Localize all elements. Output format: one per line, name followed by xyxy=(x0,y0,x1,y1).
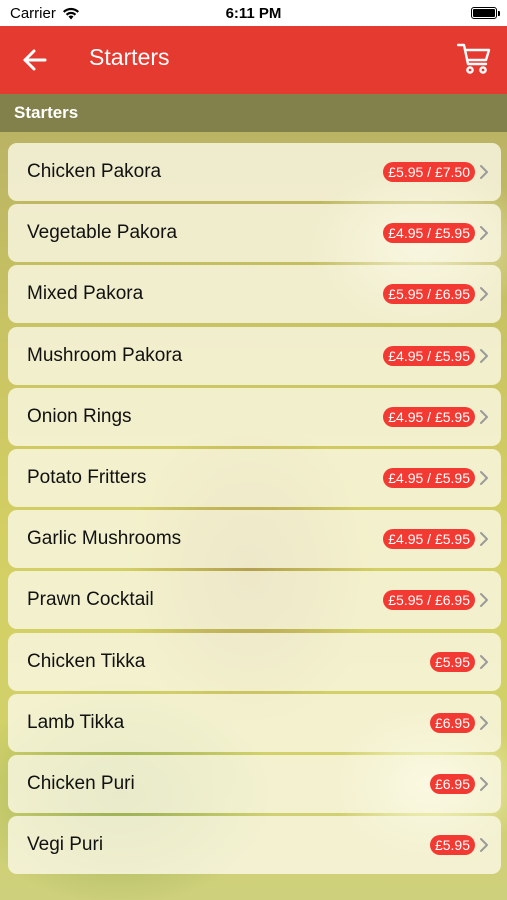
item-name: Lamb Tikka xyxy=(27,711,125,733)
item-name: Potato Fritters xyxy=(27,467,147,488)
price-badge: £5.95 / £7.50 xyxy=(383,162,475,182)
menu-item[interactable]: Onion Rings £4.95 / £5.95 xyxy=(8,387,501,446)
chevron-right-icon xyxy=(480,226,488,241)
price-badge: £4.95 / £5.95 xyxy=(383,223,475,244)
status-bar: Carrier 6:11 PM xyxy=(0,0,507,26)
item-name: Prawn Cocktail xyxy=(27,589,154,611)
menu-item[interactable]: Potato Fritters £4.95 / £5.95 xyxy=(8,449,501,507)
menu-item[interactable]: Prawn Cocktail £5.95 / £6.95 xyxy=(8,571,501,630)
shopping-cart-icon xyxy=(457,43,491,74)
item-name: Chicken Puri xyxy=(27,773,135,794)
price-badge: £4.95 / £5.95 xyxy=(383,406,475,427)
menu-item[interactable]: Mixed Pakora £5.95 / £6.95 xyxy=(8,265,501,324)
menu-item[interactable]: Garlic Mushrooms £4.95 / £5.95 xyxy=(8,510,501,569)
carrier-label: Carrier xyxy=(10,4,56,22)
item-name: Vegi Puri xyxy=(27,834,104,856)
chevron-right-icon xyxy=(480,287,488,302)
price-badge: £5.95 / £6.95 xyxy=(383,284,475,305)
price-badge: £5.95 xyxy=(429,835,475,856)
item-name: Chicken Tikka xyxy=(27,650,146,672)
item-name: Garlic Mushrooms xyxy=(27,528,182,550)
chevron-right-icon xyxy=(480,715,488,730)
navigation-bar: Starters xyxy=(0,26,507,94)
item-name: Chicken Pakora xyxy=(27,161,162,182)
arrow-left-icon xyxy=(23,49,47,71)
chevron-right-icon xyxy=(480,348,488,363)
item-name: Mixed Pakora xyxy=(27,283,144,305)
status-left: Carrier xyxy=(10,5,80,22)
chevron-right-icon xyxy=(480,838,488,853)
menu-item[interactable]: Chicken Puri £6.95 xyxy=(8,755,501,813)
chevron-right-icon xyxy=(480,532,488,547)
menu-item[interactable]: Mushroom Pakora £4.95 / £5.95 xyxy=(8,326,501,385)
menu-item[interactable]: Vegetable Pakora £4.95 / £5.95 xyxy=(8,204,501,263)
menu-item[interactable]: Lamb Tikka £6.95 xyxy=(8,693,501,752)
price-badge: £5.95 xyxy=(429,651,475,672)
section-title: Starters xyxy=(14,103,79,122)
price-badge: £4.95 / £5.95 xyxy=(383,529,475,550)
section-header: Starters xyxy=(0,94,507,132)
chevron-right-icon xyxy=(480,471,488,485)
chevron-right-icon xyxy=(480,654,488,669)
price-badge: £5.95 / £6.95 xyxy=(383,590,475,611)
menu-content[interactable]: Starters Chicken Pakora £5.95 / £7.50 Vege… xyxy=(0,94,507,900)
menu-item[interactable]: Vegi Puri £5.95 xyxy=(8,816,501,875)
price-badge: £6.95 xyxy=(429,774,475,794)
back-button[interactable] xyxy=(22,48,48,72)
item-name: Mushroom Pakora xyxy=(27,344,183,366)
chevron-right-icon xyxy=(480,409,488,424)
wifi-icon xyxy=(62,7,79,19)
page-title: Starters xyxy=(89,44,170,70)
cart-button[interactable] xyxy=(457,42,491,76)
price-badge: £4.95 / £5.95 xyxy=(383,345,475,366)
item-name: Vegetable Pakora xyxy=(27,222,178,244)
menu-item[interactable]: Chicken Tikka £5.95 xyxy=(8,632,501,691)
price-badge: £4.95 / £5.95 xyxy=(383,468,475,488)
item-name: Onion Rings xyxy=(27,405,132,427)
chevron-right-icon xyxy=(480,165,488,179)
price-badge: £6.95 xyxy=(429,712,475,733)
battery-icon xyxy=(471,7,500,19)
chevron-right-icon xyxy=(480,777,488,791)
menu-item[interactable]: Chicken Pakora £5.95 / £7.50 xyxy=(8,143,501,201)
chevron-right-icon xyxy=(480,593,488,608)
